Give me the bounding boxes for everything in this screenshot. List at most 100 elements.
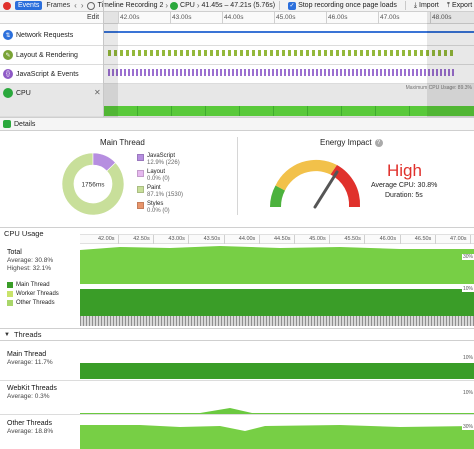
axis-tick [118,235,119,244]
cpu-crumb[interactable]: CPU [180,2,195,9]
track-label: ⇅ Network Requests [3,25,103,45]
back-button[interactable]: ‹ [74,1,77,10]
legend-item-worker-threads: Worker Threads [7,291,59,297]
divider [279,1,281,10]
thread-name: WebKit Threads [7,385,57,392]
ruler-tick [170,12,171,24]
breadcrumb: Timeline Recording 2 › CPU › 41.45s – 47… [87,1,275,10]
details-bar[interactable]: Details [0,117,474,131]
main-thread-title: Main Thread [100,138,145,147]
legend-stat: 0.0% (0) [147,208,170,214]
main-thread-graph [80,363,474,379]
axis-tick-label: 43.00s [168,236,185,242]
track-label: CPU [3,84,103,102]
total-label: Total [7,249,22,256]
gauge-needle [313,170,339,209]
export-button[interactable]: ⤒ Export [447,2,472,10]
recording-name[interactable]: Timeline Recording 2 [97,2,163,9]
record-button[interactable] [3,1,11,10]
close-icon[interactable]: ✕ [94,88,101,97]
track-name: Network Requests [16,31,74,39]
cpu-icon [170,1,179,10]
layout-icon: ✎ [3,50,13,60]
chevron-right-icon: › [165,1,169,10]
total-average: Average: 30.8% [7,257,54,264]
main-thread-area [80,363,474,379]
import-button[interactable]: ⤓ Import [414,2,439,10]
ruler-tick [378,12,379,24]
stop-recording-label: Stop recording once page loads [298,2,397,9]
axis-tick [223,235,225,244]
javascript-icon: {} [3,69,13,79]
threads-header[interactable]: ▼ Threads [0,328,474,341]
legend-name: Main Thread [16,282,50,288]
javascript-events [108,69,454,76]
gauge-segment-high [330,165,361,207]
energy-level: High [387,161,422,180]
track-layout[interactable]: ✎ Layout & Rendering [0,46,474,65]
legend-name: Layout [147,169,166,175]
layout-lane [104,46,474,64]
network-activity [104,31,474,33]
other-threads-scale: 30% [461,424,474,430]
stop-recording-option[interactable]: ✓ Stop recording once page loads [288,1,397,10]
track-javascript[interactable]: {} JavaScript & Events [0,65,474,84]
energy-impact-title: Energy Impact ? [320,138,383,147]
details-icon [3,120,11,128]
thread-average: Average: 11.7% [7,359,53,366]
network-icon: ⇅ [3,30,13,40]
axis-tick [188,235,190,244]
axis-tick [294,235,295,244]
divider [404,1,406,10]
cpu-icon [3,88,13,98]
legend-swatch [7,282,13,288]
axis-tick-label: 44.50s [274,236,291,242]
legend-stat: 0.0% (0) [147,176,170,182]
legend-name: Paint [147,185,161,191]
track-label: {} JavaScript & Events [3,65,103,83]
webkit-threads-stats: WebKit Threads Average: 0.3% [7,385,57,401]
thread-name: Other Threads [7,420,53,427]
legend-name: Other Threads [16,300,55,306]
axis-tick [434,235,436,244]
checkbox-icon[interactable]: ✓ [288,1,297,10]
thread-average: Average: 0.3% [7,393,50,400]
legend-swatch [7,300,13,306]
javascript-lane [104,65,474,83]
timeline-ruler[interactable]: Edit 42.00s 43.00s 44.00s 45.00s 46.00s … [0,12,474,24]
tab-events[interactable]: Events [15,1,43,10]
selection-shade-left[interactable] [104,12,118,117]
cpu-time-axis: 42.00s 42.50s 43.00s 43.50s 44.00s 44.50s 45.0… [80,234,474,244]
selection-shade-right[interactable] [427,12,474,117]
legend-item-paint: Paint 87.1% (1530) [137,185,207,199]
track-name: JavaScript & Events [16,70,79,78]
main-thread-scale: 10% [461,355,474,361]
ruler-tick [222,12,223,24]
forward-button[interactable]: › [81,1,84,10]
track-name: CPU [16,89,31,97]
help-icon[interactable]: ? [374,138,383,147]
axis-tick-label: 45.50s [344,236,361,242]
disclosure-triangle-icon[interactable]: ▼ [4,332,10,338]
legend-swatch [137,186,144,193]
legend-stat: 12.9% (226) [147,160,180,166]
total-scale-mid: 10% [461,286,474,292]
track-cpu[interactable]: CPU ✕ Maximum CPU Usage: 89.3% [0,84,474,117]
ruler-tick [118,12,119,24]
other-threads-graph [80,425,474,449]
edit-button[interactable]: Edit [87,14,99,21]
network-lane [104,25,474,45]
energy-title-text: Energy Impact [320,138,372,147]
cpu-usage-graph [80,246,474,326]
tab-frames[interactable]: Frames [46,2,70,9]
legend-item-layout: Layout 0.0% (0) [137,169,207,183]
energy-average: Average CPU: 30.8% [371,182,438,189]
axis-tick-label: 46.50s [414,236,432,242]
track-network[interactable]: ⇅ Network Requests [0,25,474,46]
donut-total-label: 1756ms [81,182,105,189]
other-threads-area [80,246,474,284]
axis-tick-label: 44.00s [238,236,256,242]
webkit-threads-scale: 10% [461,390,474,396]
other-threads-area [80,425,474,449]
legend-swatch [137,170,144,177]
